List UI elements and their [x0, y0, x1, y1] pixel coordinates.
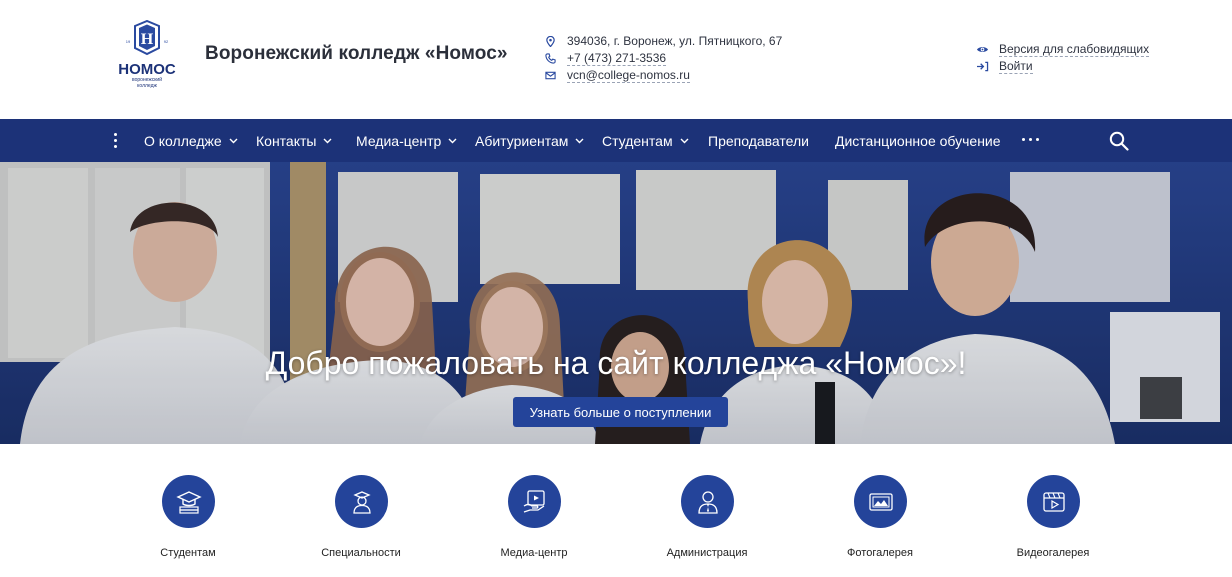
nav-item-label: О колледже: [144, 132, 222, 149]
location-pin-icon: [546, 36, 555, 47]
address-row: 394036, г. Воронеж, ул. Пятницкого, 67: [545, 33, 782, 50]
quick-link-media-center[interactable]: Медиа-центр: [474, 475, 594, 565]
graduate-person-icon: [352, 490, 371, 514]
quick-link-label: Медиа-центр: [500, 547, 568, 559]
quick-link-label: Фотогалерея: [847, 547, 913, 559]
low-vision-version-link[interactable]: Версия для слабовидящих: [976, 41, 1150, 58]
chevron-down-icon: [575, 138, 584, 143]
nav-item-teachers[interactable]: Преподаватели: [708, 119, 809, 162]
quick-link-label: Студентам: [160, 547, 216, 559]
nav-item-media-center[interactable]: Медиа-центр: [356, 119, 457, 162]
svg-text:колледж: колледж: [137, 83, 157, 89]
search-icon[interactable]: [1109, 131, 1129, 151]
accessibility-block: Версия для слабовидящих Войти: [976, 41, 1150, 75]
quick-link-label: Специальности: [321, 547, 401, 559]
chevron-down-icon: [229, 138, 238, 143]
quick-link-icon-circle: [162, 475, 215, 528]
chevron-down-icon: [680, 138, 689, 143]
hero-title: Добро пожаловать на сайт колледжа «Номос…: [265, 345, 967, 381]
hero-banner: Добро пожаловать на сайт колледжа «Номос…: [0, 162, 1232, 444]
svg-text:19: 19: [126, 39, 131, 44]
media-tablet-icon: [523, 489, 545, 513]
quick-link-icon-circle: [1027, 475, 1080, 528]
nav-item-label: Контакты: [256, 132, 317, 149]
nav-item-distance-learning[interactable]: Дистанционное обучение: [835, 119, 1001, 162]
eye-icon: [977, 47, 988, 52]
svg-text:НОМОС: НОМОС: [118, 61, 176, 78]
svg-text:воронежский: воронежский: [132, 76, 162, 83]
main-navigation: О колледже Контакты Медиа-центр Абитурие…: [0, 119, 1232, 162]
login-link[interactable]: Войти: [976, 58, 1149, 75]
quick-link-icon-circle: [681, 475, 734, 528]
phone-link[interactable]: +7 (473) 271-3536: [567, 51, 667, 66]
svg-text:92: 92: [164, 39, 169, 44]
nav-item-label: Студентам: [602, 132, 673, 149]
administrator-icon: [697, 490, 718, 514]
nav-item-label: Медиа-центр: [356, 132, 442, 149]
nav-item-students[interactable]: Студентам: [602, 119, 689, 162]
quick-link-students[interactable]: Студентам: [128, 475, 248, 565]
low-vision-label[interactable]: Версия для слабовидящих: [999, 42, 1150, 57]
quick-link-icon-circle: [335, 475, 388, 528]
nav-item-contacts[interactable]: Контакты: [256, 119, 332, 162]
chevron-down-icon: [448, 138, 457, 143]
more-horizontal-icon[interactable]: [1022, 138, 1040, 143]
svg-text:Н: Н: [141, 31, 154, 48]
nav-item-label: Преподаватели: [708, 132, 809, 149]
chevron-down-icon: [323, 138, 332, 143]
site-header: Н 19 92 НОМОС воронежский колледж Вороне…: [0, 0, 1232, 119]
nav-item-label: Абитуриентам: [475, 132, 569, 149]
login-arrow-icon: [977, 61, 989, 72]
address-text: 394036, г. Воронеж, ул. Пятницкого, 67: [567, 34, 783, 48]
admission-info-button[interactable]: Узнать больше о поступлении: [513, 397, 728, 427]
site-title[interactable]: Воронежский колледж «Номос»: [205, 43, 508, 65]
kebab-menu-icon[interactable]: [110, 132, 122, 149]
quick-link-specialties[interactable]: Специальности: [301, 475, 421, 565]
quick-link-photo-gallery[interactable]: Фотогалерея: [820, 475, 940, 565]
envelope-icon: [545, 71, 556, 80]
video-gallery-icon: [1042, 491, 1065, 512]
nav-item-label: Дистанционное обучение: [835, 132, 1001, 149]
college-logo[interactable]: Н 19 92 НОМОС воронежский колледж: [112, 19, 182, 92]
quick-link-label: Администрация: [666, 547, 748, 559]
phone-row[interactable]: +7 (473) 271-3536: [545, 50, 782, 67]
nav-item-about[interactable]: О колледже: [144, 119, 238, 162]
login-label[interactable]: Войти: [999, 59, 1033, 74]
quick-links: Студентам Специальности Медиа-центр Адми…: [0, 444, 1232, 577]
graduation-cap-icon: [175, 490, 202, 514]
nav-item-applicants[interactable]: Абитуриентам: [475, 119, 584, 162]
quick-link-label: Видеогалерея: [1016, 547, 1090, 559]
quick-link-administration[interactable]: Администрация: [647, 475, 767, 565]
email-row[interactable]: vcn@college-nomos.ru: [545, 67, 782, 84]
email-link[interactable]: vcn@college-nomos.ru: [567, 68, 690, 83]
quick-link-video-gallery[interactable]: Видеогалерея: [993, 475, 1113, 565]
photo-gallery-icon: [868, 492, 893, 511]
contact-block: 394036, г. Воронеж, ул. Пятницкого, 67 +…: [545, 33, 782, 84]
quick-link-icon-circle: [854, 475, 907, 528]
phone-icon: [545, 53, 556, 64]
quick-link-icon-circle: [508, 475, 561, 528]
